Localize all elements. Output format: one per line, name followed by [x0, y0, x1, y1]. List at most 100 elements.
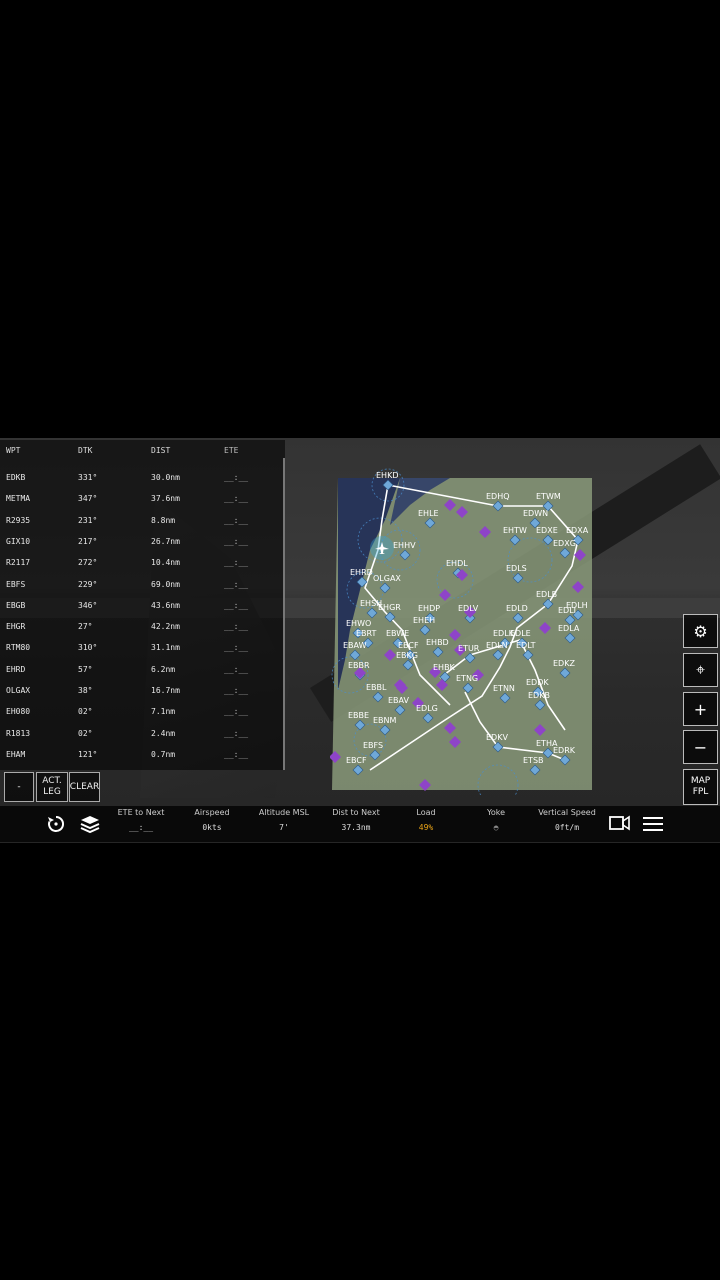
fpl-row[interactable]: EHGR 27° 42.2nm __:__	[0, 617, 285, 638]
airport-label: EDLI	[558, 606, 576, 615]
fpl-row[interactable]: R1813 02° 2.4nm __:__	[0, 724, 285, 745]
fpl-cell-dtk: 27°	[78, 622, 93, 632]
gear-icon: ⚙	[693, 621, 708, 641]
fpl-scrollbar[interactable]	[283, 458, 285, 770]
fpl-cell-wpt: EHAM	[6, 749, 26, 759]
fpl-cell-dtk: 38°	[78, 686, 93, 695]
active-leg-button[interactable]: ACT. LEG	[36, 772, 68, 802]
ete-next-label: ETE to Next	[117, 808, 165, 817]
airport-label: EDLN	[486, 641, 508, 650]
fpl-cell-dist: 43.6nm	[151, 600, 180, 610]
yoke-stat: Yoke ◓	[456, 808, 536, 832]
airport-label: EHBD	[426, 638, 449, 647]
fpl-row[interactable]: EHRD 57° 6.2nm __:__	[0, 660, 285, 681]
fpl-row[interactable]: EHAM 121° 0.7nm __:__	[0, 745, 285, 766]
restart-icon[interactable]	[46, 814, 66, 838]
airport-label: EHEH	[413, 616, 435, 625]
header-wpt: WPT	[6, 446, 21, 455]
layers-icon[interactable]	[79, 813, 101, 839]
fpl-cell-ete: __:__	[224, 643, 249, 653]
crosshair-icon: ⌖	[695, 660, 705, 679]
ete-next-value: __:__	[128, 823, 154, 832]
fpl-cell-dist: 16.7nm	[151, 686, 180, 695]
fpl-cell-wpt: METMA	[6, 494, 31, 504]
active-leg-label-2: LEG	[43, 787, 61, 797]
fpl-cell-dtk: 02°	[78, 707, 93, 717]
airport-label: EBBL	[366, 683, 387, 692]
fpl-cell-wpt: EBFS	[6, 579, 26, 589]
airport-label: EHHV	[393, 541, 416, 550]
fpl-cell-dtk: 331°	[78, 473, 98, 482]
altitude-value: 7'	[279, 823, 289, 832]
fpl-cell-dist: 69.0nm	[151, 579, 180, 589]
yoke-icon: ◓	[493, 823, 499, 832]
dist-next-stat: Dist to Next 37.3nm	[316, 808, 396, 832]
dist-next-value: 37.3nm	[341, 823, 371, 832]
fpl-row[interactable]: EBGB 346° 43.6nm __:__	[0, 596, 285, 617]
zoom-in-button[interactable]: +	[683, 692, 718, 726]
clear-button[interactable]: CLEAR	[69, 772, 100, 802]
fpl-cell-wpt: EHRD	[6, 664, 26, 674]
airport-label: EDLA	[558, 624, 580, 633]
fpl-cell-wpt: R1813	[6, 728, 31, 738]
bottom-status-bar: ETE to Next __:__ Airspeed 0kts Altitude M…	[0, 806, 720, 842]
header-dist: DIST	[151, 446, 171, 455]
fpl-cell-ete: __:__	[224, 579, 249, 589]
minus-button[interactable]: -	[4, 772, 34, 802]
airport-label: EHSH	[360, 599, 382, 608]
fpl-row[interactable]: RTM80 310° 31.1nm __:__	[0, 638, 285, 659]
settings-button[interactable]: ⚙	[683, 614, 718, 648]
fpl-cell-ete: __:__	[224, 686, 249, 695]
fpl-cell-dtk: 217°	[78, 536, 98, 546]
fpl-row[interactable]: OLGAX 38° 16.7nm __:__	[0, 681, 285, 702]
airport-label: EBBE	[348, 711, 369, 720]
airport-label: ETWM	[536, 492, 561, 501]
menu-icon[interactable]	[643, 816, 663, 836]
airport-label: EHTW	[503, 526, 527, 535]
load-stat: Load 49%	[386, 808, 466, 832]
fpl-cell-ete: __:__	[224, 707, 249, 717]
recenter-button[interactable]: ⌖	[683, 653, 718, 687]
fpl-row[interactable]: R2935 231° 8.8nm __:__	[0, 511, 285, 532]
airport-label: EHDL	[446, 559, 468, 568]
fpl-cell-ete: __:__	[224, 536, 249, 546]
camera-icon[interactable]	[609, 815, 631, 835]
airport-label: EDLV	[458, 604, 479, 613]
fpl-row[interactable]: GIX10 217° 26.7nm __:__	[0, 532, 285, 553]
active-leg-label-1: ACT.	[42, 776, 62, 786]
airport-label: EDRK	[553, 746, 576, 755]
fpl-row[interactable]: METMA 347° 37.6nm __:__	[0, 489, 285, 510]
fpl-row[interactable]: R2117 272° 10.4nm __:__	[0, 553, 285, 574]
airport-label: EHBK	[433, 663, 456, 672]
airspeed-label: Airspeed	[194, 808, 230, 817]
fpl-cell-dist: 31.1nm	[151, 643, 180, 653]
fpl-cell-wpt: R2935	[6, 515, 31, 525]
fpl-cell-dist: 2.4nm	[151, 728, 176, 738]
airport-label: EBAV	[388, 696, 410, 705]
map-view[interactable]: EHKD EDHQ ETWM EHLE EDWN EDXA EHTW EDXE EDXG EHHV…	[330, 460, 600, 795]
fpl-cell-dtk: 57°	[78, 664, 93, 674]
map-fpl-toggle[interactable]: MAP FPL	[683, 769, 718, 805]
fpl-row[interactable]: EH080 02° 7.1nm __:__	[0, 702, 285, 723]
airport-label: EDXE	[536, 526, 558, 535]
load-value: 49%	[418, 823, 434, 832]
airport-label: EDXG	[553, 539, 576, 548]
airport-label: EHLE	[418, 509, 439, 518]
map-fpl-label-2: FPL	[692, 787, 709, 797]
airport-label: EBBR	[348, 661, 370, 670]
fpl-cell-dist: 37.6nm	[151, 494, 180, 504]
airport-label: EDHQ	[486, 492, 510, 501]
airport-label: EHRD	[350, 568, 373, 577]
airspeed-value: 0kts	[202, 823, 222, 832]
zoom-out-button[interactable]: −	[683, 730, 718, 764]
fpl-cell-wpt: EHGR	[6, 622, 26, 632]
fpl-row[interactable]: EBFS 229° 69.0nm __:__	[0, 575, 285, 596]
airport-label: EBCF	[398, 641, 419, 650]
header-dtk: DTK	[78, 446, 93, 455]
load-label: Load	[416, 808, 436, 817]
fpl-cell-wpt: OLGAX	[6, 686, 31, 695]
plus-icon: +	[693, 699, 708, 719]
fpl-cell-wpt: RTM80	[6, 643, 31, 653]
fpl-cell-ete: __:__	[224, 664, 249, 674]
fpl-row[interactable]: EDKB 331° 30.0nm __:__	[0, 468, 285, 489]
